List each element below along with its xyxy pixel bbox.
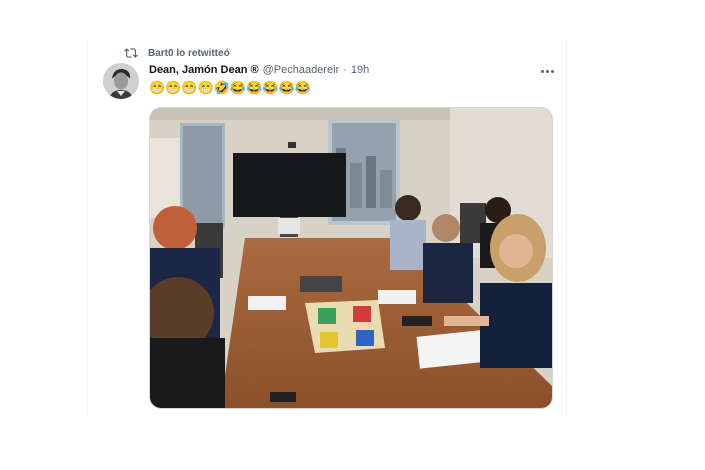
tweet-header: Dean, Jamón Dean ® @Pechaadereir · 19h: [149, 64, 369, 76]
timeline-right-border: [566, 40, 567, 416]
tweet-text: 😁😁😁😁🤣😂😂😂😂😂: [149, 80, 311, 95]
author-name[interactable]: Dean, Jamón Dean ®: [149, 64, 259, 76]
retweet-label: Bart0 lo retwitteó: [148, 47, 230, 59]
retweet-icon: [124, 48, 138, 58]
avatar[interactable]: [103, 63, 139, 99]
author-handle[interactable]: @Pechaadereir: [263, 64, 340, 76]
tweet-timestamp[interactable]: 19h: [351, 64, 369, 76]
retweet-context[interactable]: Bart0 lo retwitteó: [124, 46, 230, 60]
tweet-photo[interactable]: [149, 107, 553, 409]
separator-dot: ·: [343, 64, 347, 76]
timeline-left-border: [87, 40, 88, 416]
more-horizontal-icon[interactable]: [537, 64, 557, 78]
